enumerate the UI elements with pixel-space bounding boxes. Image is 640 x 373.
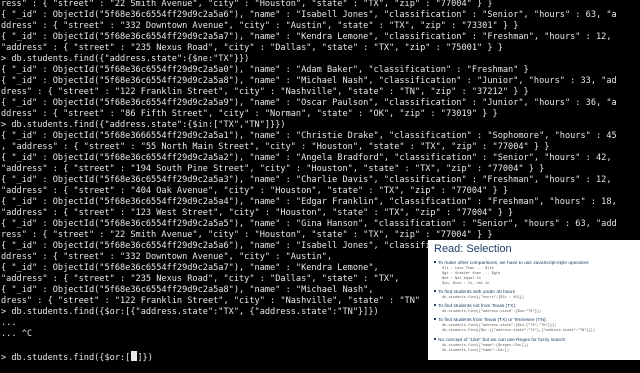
slide-section-tx-or-tn: To find students from Texas (TX) or Tenn… <box>434 318 640 334</box>
terminal-line: "address" : { "street" : "235 Nexus Road… <box>1 43 503 53</box>
terminal-line: { "_id" : ObjectId("5f68e3666554ff29d9c2… <box>1 131 617 141</box>
terminal-line: > db.students.find({"address.state":{$ne… <box>1 54 250 64</box>
slide-section-under-40: To find students with under 40 hours db.… <box>434 290 640 301</box>
section-heading: To find students with under 40 hours <box>438 290 516 295</box>
bullet-icon <box>434 338 436 340</box>
terminal-line: { "_id" : ObjectId("5f68e36c6554ff29d9c2… <box>1 175 612 185</box>
terminal-line: ress" : { "street" : "22 Smith Avenue", … <box>1 0 493 9</box>
bullet-icon <box>434 304 436 306</box>
code-line: db.students.find({"name":/Da/}) <box>442 349 509 353</box>
command-input[interactable]: > db.students.find({$or:[ <box>1 353 130 362</box>
terminal-line: dress" : { "street" : "122 Franklin Stre… <box>1 87 529 97</box>
bullet-icon <box>434 318 436 320</box>
bullet-icon <box>434 290 436 292</box>
section-heading: To find students not from Texas (TX): <box>438 304 517 309</box>
bullet-icon <box>434 261 436 263</box>
terminal-line: > db.students.find({"address.state":{$in… <box>1 120 286 130</box>
terminal-line: { "_id" : ObjectId("5f68e36c6554ff29d9c2… <box>1 76 617 86</box>
slide-section-regex: No concept of "Like" but we can use Rege… <box>434 338 640 354</box>
section-heading: To find students from Texas (TX) or Tenn… <box>438 318 547 323</box>
terminal-line: { "_id" : ObjectId("5f68e36c6554ff29d9c2… <box>1 197 617 207</box>
lecture-slide-overlay: Read: Selection To make other comparison… <box>428 240 640 360</box>
code-line: db.students.find({"address.state":{$ne:"… <box>442 310 542 314</box>
slide-title: Read: Selection <box>434 243 512 255</box>
section-heading: No concept of "Like" but we can use Rege… <box>438 338 566 343</box>
terminal-line: { "_id" : ObjectId("5f68e36c6554ff29d9c2… <box>1 98 617 108</box>
terminal-line: { "_id" : ObjectId("5f68e36c6554ff29d9c2… <box>1 10 617 20</box>
slide-section-operators: To make other comparisons, we have to us… <box>434 261 640 287</box>
terminal-line: "address" : { "street" : "194 South Pine… <box>1 164 545 174</box>
section-heading: To make other comparisons, we have to us… <box>438 261 589 266</box>
code-line: db.students.find({"hours":{$lt : 40}}) <box>442 296 524 300</box>
terminal-line: { "_id" : ObjectId("5f68e36c6554ff29d9c2… <box>1 219 617 229</box>
terminal-line: ddress" : { "street" : "86 Fifth Street"… <box>1 109 498 119</box>
command-input-tail[interactable]: ]}) <box>137 353 153 362</box>
terminal-line: { "_id" : ObjectId("5f68e36c6554ff29d9c2… <box>1 65 529 75</box>
slide-section-not-texas: To find students not from Texas (TX): db… <box>434 304 640 315</box>
terminal-line: "address" : { "street" : "404 Oak Avenue… <box>1 186 509 196</box>
terminal-line: , "address" : { "street" : "55 North Mai… <box>1 142 550 152</box>
terminal-line: { "_id" : ObjectId("5f68e36c6554ff29d9c2… <box>1 32 612 42</box>
terminal-line: ddress" : { "street" : "332 Downtown Ave… <box>1 21 519 31</box>
code-line: db.students.find({$or:[{"address.state":… <box>442 329 596 333</box>
code-line: $in, $nin : In, not in <box>442 282 490 286</box>
terminal-line: "address" : { "street" : "123 West Stree… <box>1 208 514 218</box>
terminal-line: { "_id" : ObjectId("5f68e36c6554ff29d9c2… <box>1 153 612 163</box>
